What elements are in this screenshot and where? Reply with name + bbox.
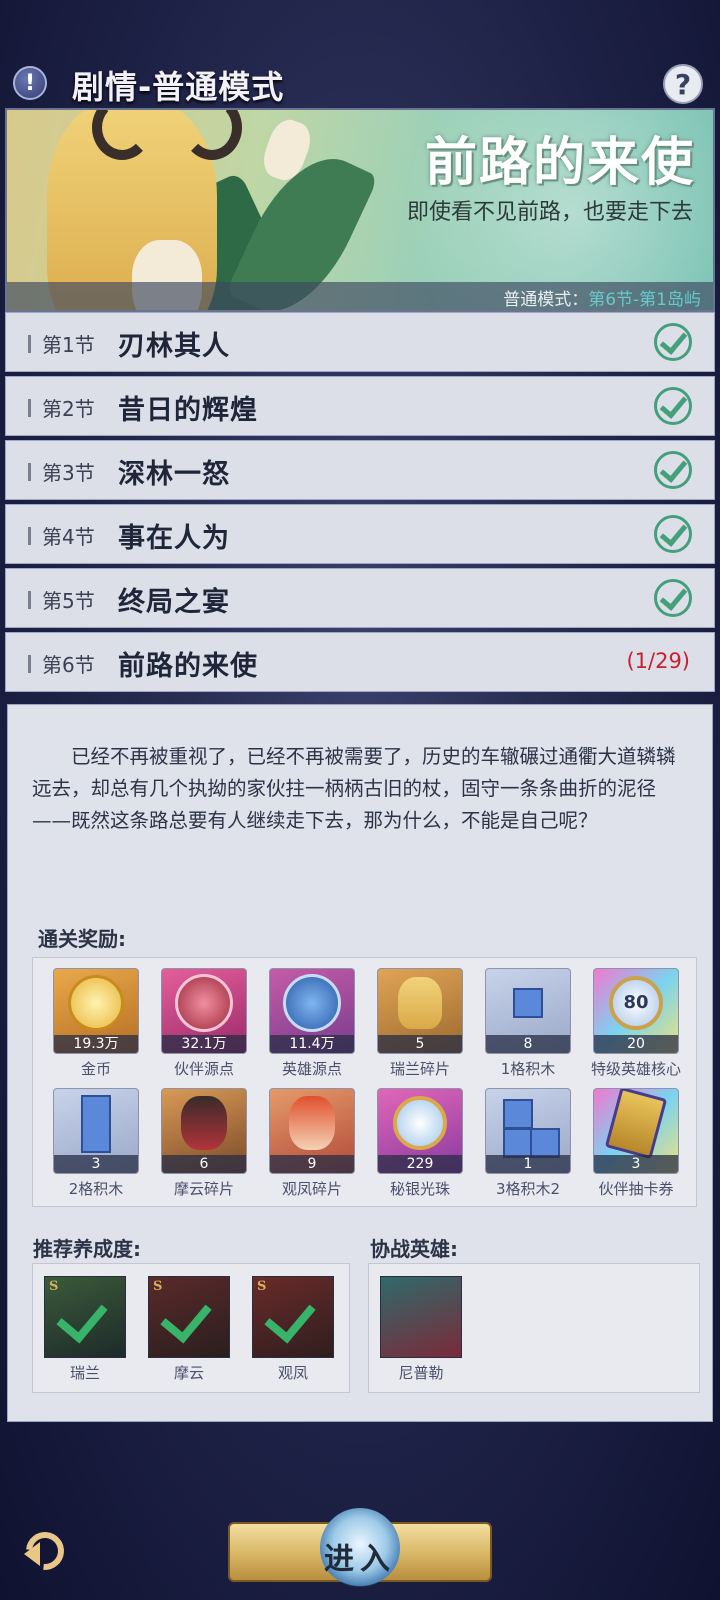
- section-name: 前路的来使: [118, 651, 258, 682]
- block-icon: 8: [485, 968, 571, 1054]
- reward-item[interactable]: 3 伙伴抽卡券: [581, 1088, 691, 1203]
- reward-item[interactable]: 8 1格积木: [473, 968, 583, 1083]
- hero-card[interactable]: S 观凤: [247, 1264, 337, 1384]
- section-number: 第1节: [42, 333, 95, 357]
- recommend-heroes: S 瑞兰 S 摩云 S 观凤: [32, 1263, 350, 1393]
- section-name: 终局之宴: [118, 587, 230, 618]
- mode-location: 第6节-第1岛屿: [588, 290, 701, 310]
- section-number: 第4节: [42, 525, 95, 549]
- reward-item[interactable]: 1 3格积木2: [473, 1088, 583, 1203]
- section-detail-panel: 已经不再被重视了，已经不再被需要了，历史的车辙碾过通衢大道辚辚远去，却总有几个执…: [7, 704, 713, 1422]
- recommend-label: 推荐养成度:: [33, 1237, 141, 1261]
- hero-portrait: S: [148, 1276, 230, 1358]
- hero-shard-icon: 5: [377, 968, 463, 1054]
- check-icon: [56, 1290, 108, 1344]
- section-item-1[interactable]: 第1节 刃林其人: [5, 312, 715, 372]
- reward-item[interactable]: 9 观凤碎片: [257, 1088, 367, 1203]
- gold-coin-icon: 19.3万: [53, 968, 139, 1054]
- section-name: 事在人为: [118, 523, 230, 554]
- reward-item[interactable]: 3 2格积木: [41, 1088, 151, 1203]
- top-bar: ! 剧情-普通模式 ?: [0, 56, 720, 106]
- enter-button-label[interactable]: 进入: [228, 1534, 492, 1578]
- reward-item[interactable]: 80 20 特级英雄核心: [581, 968, 691, 1083]
- coop-heroes: 尼普勒: [368, 1263, 700, 1393]
- reward-item[interactable]: 229 秘银光珠: [365, 1088, 475, 1203]
- hero-shard-icon: 9: [269, 1088, 355, 1174]
- section-item-2[interactable]: 第2节 昔日的辉煌: [5, 376, 715, 436]
- chapter-banner: 前路的来使 即使看不见前路，也要走下去 普通模式：第6节-第1岛屿: [5, 108, 715, 312]
- hero-portrait: [380, 1276, 462, 1358]
- reward-item[interactable]: 32.1万 伙伴源点: [149, 968, 259, 1083]
- section-number: 第6节: [42, 653, 95, 677]
- back-button[interactable]: [18, 1522, 78, 1582]
- check-icon: [160, 1290, 212, 1344]
- section-item-5[interactable]: 第5节 终局之宴: [5, 568, 715, 628]
- hero-portrait: S: [252, 1276, 334, 1358]
- block-icon: 1: [485, 1088, 571, 1174]
- block-icon: 3: [53, 1088, 139, 1174]
- partner-essence-icon: 32.1万: [161, 968, 247, 1054]
- reward-item[interactable]: 5 瑞兰碎片: [365, 968, 475, 1083]
- section-number: 第3节: [42, 461, 95, 485]
- check-icon: [654, 387, 692, 425]
- mode-text: 普通模式：第6节-第1岛屿: [503, 285, 701, 310]
- reward-item[interactable]: 19.3万 金币: [41, 968, 151, 1083]
- chapter-subtitle: 即使看不见前路，也要走下去: [406, 200, 693, 225]
- hero-card[interactable]: S 摩云: [143, 1264, 233, 1384]
- mode-strip: 普通模式：第6节-第1岛屿: [7, 282, 713, 310]
- section-list: 第1节 刃林其人 第2节 昔日的辉煌 第3节 深林一怒 第4节 事在人为 第5节…: [5, 312, 715, 696]
- section-name: 昔日的辉煌: [118, 395, 258, 426]
- hero-card[interactable]: S 瑞兰: [39, 1264, 129, 1384]
- coop-label: 协战英雄:: [370, 1237, 458, 1261]
- page-title: 剧情-普通模式: [72, 68, 285, 106]
- exclamation-icon[interactable]: !: [13, 66, 47, 100]
- section-name: 深林一怒: [118, 459, 230, 490]
- section-item-3[interactable]: 第3节 深林一怒: [5, 440, 715, 500]
- check-icon: [654, 451, 692, 489]
- mithril-orb-icon: 229: [377, 1088, 463, 1174]
- section-description: 已经不再被重视了，已经不再被需要了，历史的车辙碾过通衢大道辚辚远去，却总有几个执…: [32, 745, 676, 832]
- chapter-title: 前路的来使: [424, 133, 695, 193]
- section-name: 刃林其人: [118, 331, 230, 362]
- rewards-label: 通关奖励:: [38, 927, 126, 951]
- card-ticket-icon: 3: [593, 1088, 679, 1174]
- check-icon: [654, 515, 692, 553]
- check-icon: [264, 1290, 316, 1344]
- section-number: 第5节: [42, 589, 95, 613]
- hero-core-icon: 80 20: [593, 968, 679, 1054]
- hero-card[interactable]: 尼普勒: [375, 1264, 465, 1384]
- section-number: 第2节: [42, 397, 95, 421]
- rewards-grid: 19.3万 金币 32.1万 伙伴源点 11.4万 英雄源点 5 瑞兰碎片 8 …: [32, 957, 697, 1207]
- hero-essence-icon: 11.4万: [269, 968, 355, 1054]
- reward-item[interactable]: 11.4万 英雄源点: [257, 968, 367, 1083]
- section-item-6[interactable]: 第6节 前路的来使 (1/29): [5, 632, 715, 692]
- hero-portrait: S: [44, 1276, 126, 1358]
- check-icon: [654, 323, 692, 361]
- check-icon: [654, 579, 692, 617]
- hero-shard-icon: 6: [161, 1088, 247, 1174]
- help-icon[interactable]: ?: [663, 64, 703, 104]
- mode-prefix: 普通模式：: [503, 290, 589, 310]
- section-progress: (1/29): [626, 649, 690, 673]
- reward-item[interactable]: 6 摩云碎片: [149, 1088, 259, 1203]
- section-item-4[interactable]: 第4节 事在人为: [5, 504, 715, 564]
